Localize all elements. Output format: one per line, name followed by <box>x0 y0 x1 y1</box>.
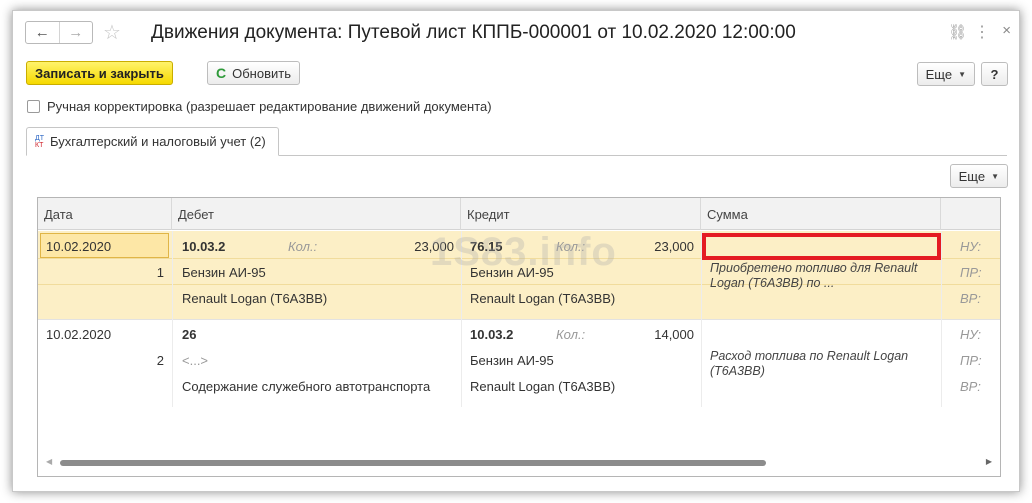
debit-subconto-1: Бензин АИ-95 <box>182 264 266 280</box>
row-number: 2 <box>156 352 164 368</box>
debit-qty-label: Кол.: <box>288 238 318 254</box>
vr-label: ВР: <box>960 378 981 394</box>
arrow-right-icon: → <box>68 24 84 41</box>
entry-content: Приобретено топливо для Renault Logan (Т… <box>710 261 918 290</box>
sum-highlight-frame <box>702 233 941 260</box>
grid-more-button[interactable]: Еще ▼ <box>949 164 1008 188</box>
back-button[interactable]: ← <box>26 22 59 43</box>
credit-qty: 14,000 <box>654 326 694 342</box>
refresh-icon: C <box>216 65 227 81</box>
title-bar: ← → ☆ Движения документа: Путевой лист К… <box>13 11 1019 51</box>
pr-label: ПР: <box>960 264 982 280</box>
credit-subconto-2: Renault Logan (Т6А3ВВ) <box>470 378 616 394</box>
scrollbar-thumb[interactable] <box>60 460 766 466</box>
scroll-right-icon[interactable]: ▶ <box>986 457 992 466</box>
tab-label: Бухгалтерский и налоговый учет (2) <box>50 134 266 149</box>
nu-label: НУ: <box>960 238 982 254</box>
header-date[interactable]: Дата <box>38 198 172 230</box>
row-separator <box>38 319 1000 320</box>
watermark: 1S83.info <box>430 230 617 274</box>
close-icon[interactable]: × <box>1002 22 1011 39</box>
more-button[interactable]: Еще ▼ <box>916 62 975 86</box>
credit-account: 10.03.2 <box>470 326 514 342</box>
debit-subconto-2: Renault Logan (Т6А3ВВ) <box>182 290 328 306</box>
manual-correction-checkbox[interactable] <box>27 100 40 113</box>
nu-label: НУ: <box>960 326 982 342</box>
scroll-left-icon[interactable]: ◀ <box>46 457 52 466</box>
column-line <box>172 231 173 407</box>
vr-label: ВР: <box>960 290 981 306</box>
save-and-close-button[interactable]: Записать и закрыть <box>26 61 173 85</box>
credit-subconto-2: Renault Logan (Т6А3ВВ) <box>470 290 616 306</box>
manual-correction-row: Ручная корректировка (разрешает редактир… <box>27 99 492 114</box>
kt-icon-text: КТ <box>35 141 44 149</box>
header-extra <box>941 198 1000 230</box>
caret-down-icon: ▼ <box>958 69 966 79</box>
dt-kt-icon: ДТ КТ <box>35 135 44 149</box>
grid-more-label: Еще <box>958 168 986 184</box>
debit-account: 26 <box>182 326 197 342</box>
tab-accounting[interactable]: ДТ КТ Бухгалтерский и налоговый учет (2) <box>26 127 279 156</box>
credit-qty: 23,000 <box>654 238 694 254</box>
header-debit[interactable]: Дебет <box>172 198 461 230</box>
header-credit[interactable]: Кредит <box>461 198 701 230</box>
refresh-label: Обновить <box>232 65 291 81</box>
debit-account: 10.03.2 <box>182 238 226 254</box>
caret-down-icon: ▼ <box>991 171 999 181</box>
more-vertical-icon[interactable]: ⋮ <box>974 22 990 42</box>
horizontal-scrollbar[interactable]: ◀ ▶ <box>46 456 992 468</box>
manual-correction-label[interactable]: Ручная корректировка (разрешает редактир… <box>47 99 492 114</box>
debit-subconto-2: Содержание служебного автотранспорта <box>182 378 431 394</box>
row-number: 1 <box>156 264 164 280</box>
star-icon[interactable]: ☆ <box>103 20 121 45</box>
help-button[interactable]: ? <box>981 62 1008 86</box>
row-date: 10.02.2020 <box>46 238 112 254</box>
entry-content: Расход топлива по Renault Logan (Т6А3ВВ) <box>710 349 909 378</box>
navigation-buttons: ← → <box>25 21 93 44</box>
document-movements-window: ← → ☆ Движения документа: Путевой лист К… <box>12 10 1020 492</box>
row-date: 10.02.2020 <box>46 326 112 342</box>
more-label: Еще <box>925 66 953 82</box>
forward-button[interactable]: → <box>58 22 93 43</box>
table-header: Дата Дебет Кредит Сумма <box>38 198 1000 230</box>
column-line <box>941 231 942 407</box>
pr-label: ПР: <box>960 352 982 368</box>
refresh-button[interactable]: C Обновить <box>207 61 300 85</box>
credit-qty-label: Кол.: <box>556 326 586 342</box>
header-sum[interactable]: Сумма <box>701 198 941 230</box>
window-title: Движения документа: Путевой лист КППБ-00… <box>151 22 796 43</box>
link-icon[interactable]: ⛓ <box>948 23 967 41</box>
arrow-left-icon: ← <box>34 24 50 41</box>
debit-subconto-1: <...> <box>182 352 209 368</box>
credit-subconto-1: Бензин АИ-95 <box>470 352 554 368</box>
movements-table[interactable]: Дата Дебет Кредит Сумма 10.02.2020 1 10.… <box>37 197 1001 477</box>
dt-icon-text: ДТ <box>35 134 45 142</box>
